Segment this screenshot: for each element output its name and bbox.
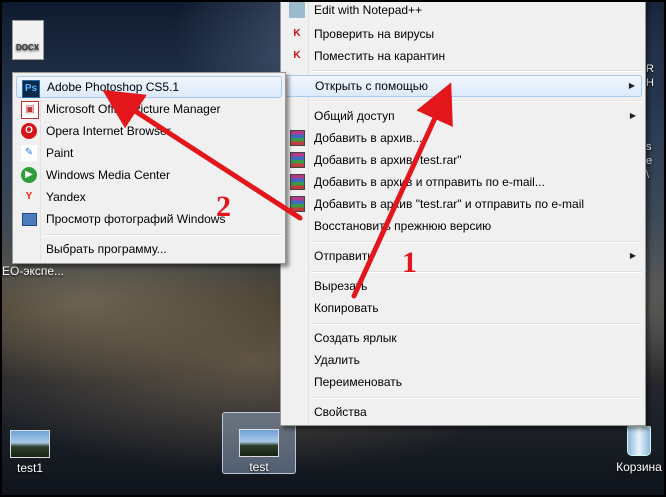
edge-text-5: \ (646, 169, 650, 181)
separator (311, 100, 642, 102)
desktop-item-eo[interactable]: EO-экспе... (2, 264, 64, 278)
notepad-icon (289, 2, 305, 18)
desktop: DOCX EO-экспе... R H s e \ test1 test Ко… (0, 0, 666, 497)
media-center-icon: ▶ (21, 167, 37, 183)
desktop-icon-label: test1 (16, 461, 43, 475)
menu-item-restore-version[interactable]: Восстановить прежнюю версию (284, 215, 642, 237)
submenu-item-choose-program[interactable]: Выбрать программу... (16, 238, 282, 260)
separator (311, 271, 642, 273)
menu-item-notepad[interactable]: Edit with Notepad++ (284, 2, 642, 21)
docx-label: DOCX (16, 43, 40, 52)
menu-item-add-archive[interactable]: Добавить в архив... (284, 127, 642, 149)
menu-item-properties[interactable]: Свойства (284, 401, 642, 423)
image-thumbnail-icon (10, 430, 50, 458)
edge-text-4: e (646, 155, 653, 167)
menu-item-create-shortcut[interactable]: Создать ярлык (284, 327, 642, 349)
winrar-icon (289, 174, 305, 190)
winrar-icon (289, 152, 305, 168)
submenu-item-paint[interactable]: ✎ Paint (16, 142, 282, 164)
submenu-arrow-icon: ▶ (628, 81, 635, 90)
submenu-item-media-center[interactable]: ▶ Windows Media Center (16, 164, 282, 186)
desktop-icon-label: test (249, 460, 269, 474)
menu-item-test-rar-email[interactable]: Добавить в архив "test.rar" и отправить … (284, 193, 642, 215)
menu-item-add-test-rar[interactable]: Добавить в архив "test.rar" (284, 149, 642, 171)
opera-icon: O (21, 123, 37, 139)
menu-item-archive-email[interactable]: Добавить в архив и отправить по e-mail..… (284, 171, 642, 193)
yandex-icon: Y (25, 191, 33, 202)
submenu-item-opera[interactable]: O Opera Internet Browser (16, 120, 282, 142)
photo-viewer-icon (21, 211, 37, 227)
kaspersky-icon: K (293, 50, 301, 61)
separator (311, 70, 642, 72)
submenu-arrow-icon: ▶ (629, 251, 636, 260)
winrar-icon (289, 196, 305, 212)
recycle-bin-icon (627, 426, 651, 456)
image-thumbnail-icon (239, 429, 279, 457)
docx-file-icon[interactable]: DOCX (12, 20, 44, 60)
edge-text-3: s (646, 141, 652, 153)
paint-icon: ✎ (21, 145, 37, 161)
menu-item-rename[interactable]: Переименовать (284, 371, 642, 393)
menu-item-delete[interactable]: Удалить (284, 349, 642, 371)
desktop-item-eo-label: EO-экспе... (2, 264, 65, 278)
desktop-icon-test1[interactable]: test1 (6, 430, 54, 475)
submenu-item-yandex[interactable]: Y Yandex (16, 186, 282, 208)
winrar-icon (289, 130, 305, 146)
recycle-bin[interactable]: Корзина (612, 426, 664, 474)
context-menu: Edit with Notepad++ K Проверить на вирусы… (280, 2, 646, 426)
edge-text-1: R (646, 63, 654, 75)
menu-item-share[interactable]: Общий доступ ▶ (284, 105, 642, 127)
submenu-item-photo-viewer[interactable]: Просмотр фотографий Windows (16, 208, 282, 230)
edge-text-2: H (646, 77, 654, 89)
separator (43, 234, 282, 236)
menu-item-send-to[interactable]: Отправить ▶ (284, 245, 642, 267)
submenu-item-picture-manager[interactable]: ▣ Microsoft Office Picture Manager (16, 98, 282, 120)
separator (311, 323, 642, 325)
kaspersky-icon: K (293, 28, 301, 39)
menu-item-cut[interactable]: Вырезать (284, 275, 642, 297)
menu-item-quarantine[interactable]: K Поместить на карантин (284, 45, 642, 67)
recycle-bin-label: Корзина (616, 460, 662, 474)
separator (311, 397, 642, 399)
picture-manager-icon: ▣ (21, 101, 39, 119)
right-edge-labels: R H s e \ (646, 62, 660, 182)
submenu-item-photoshop[interactable]: Ps Adobe Photoshop CS5.1 (16, 76, 282, 98)
submenu-arrow-icon: ▶ (629, 111, 636, 120)
menu-item-copy[interactable]: Копировать (284, 297, 642, 319)
separator (311, 241, 642, 243)
open-with-submenu: Ps Adobe Photoshop CS5.1 ▣ Microsoft Offic… (12, 72, 286, 264)
photoshop-icon: Ps (22, 80, 40, 98)
menu-item-open-with[interactable]: Открыть с помощью ▶ (284, 75, 642, 97)
menu-item-scan-virus[interactable]: K Проверить на вирусы (284, 23, 642, 45)
